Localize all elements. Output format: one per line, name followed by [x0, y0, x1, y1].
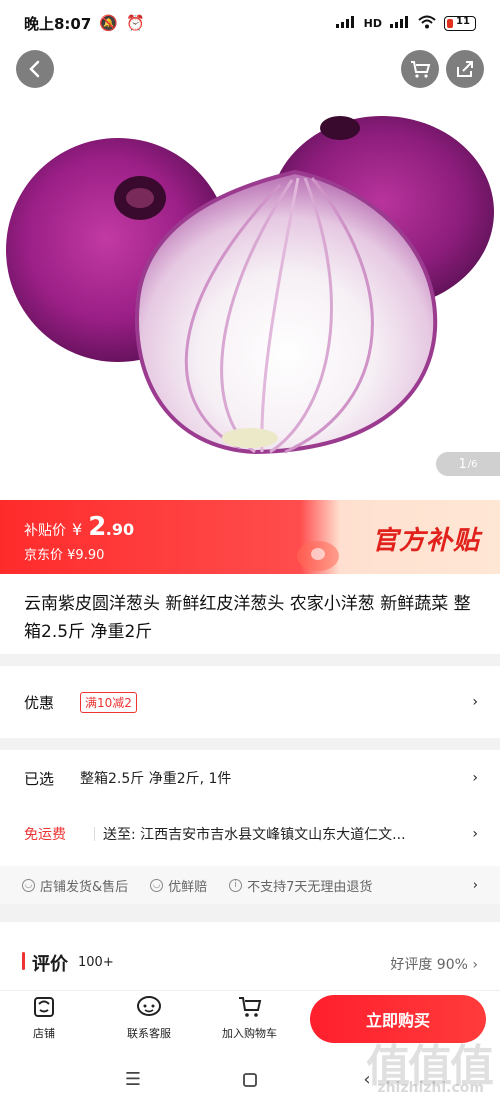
subsidy-price-label: 补贴价: [24, 523, 66, 539]
positive-rate: 好评度 90% ›: [390, 957, 478, 973]
back-button[interactable]: [16, 50, 54, 88]
info-icon: i: [229, 878, 243, 892]
status-bar: 晚上8:07 🔕 ⏰ HD 11: [0, 0, 500, 46]
price-banner: 补贴价 ¥2.90 京东价 ¥9.90 官方补贴: [0, 500, 500, 574]
battery-level: 11: [456, 15, 470, 27]
add-to-cart-label: 加入购物车: [222, 1027, 277, 1040]
wifi-icon: [418, 15, 436, 32]
cart-button[interactable]: [401, 50, 439, 88]
service-label: 优鲜赔: [168, 879, 208, 895]
store-label: 店铺: [33, 1027, 55, 1040]
delivery-address: 送至: 江西吉安市吉水县文峰镇文山东大道仁文...: [103, 827, 406, 843]
free-shipping-label: 免运费: [24, 827, 66, 843]
currency-symbol: ¥: [72, 520, 83, 539]
promo-row[interactable]: 优惠 满10减2 ›: [0, 666, 500, 738]
selection-card: 已选 整箱2.5斤 净重2斤, 1件 › 免运费 送至: 江西吉安市吉水县文峰镇…: [0, 750, 500, 866]
divider: [94, 827, 95, 841]
review-section[interactable]: 评价 100+ 好评度 90% ›: [0, 922, 500, 992]
chevron-right-icon: ›: [472, 770, 478, 786]
service-item: i 不支持7天无理由退货: [229, 876, 372, 895]
product-title: 云南紫皮圆洋葱头 新鲜红皮洋葱头 农家小洋葱 新鲜蔬菜 整箱2.5斤 净重2斤: [0, 574, 500, 654]
red-envelope-icon: [297, 541, 339, 571]
promo-label: 优惠: [24, 693, 55, 712]
share-button[interactable]: [446, 50, 484, 88]
service-item: ◡ 优鲜赔: [150, 876, 207, 895]
smile-icon: ◡: [22, 878, 35, 892]
share-icon: [457, 61, 473, 77]
jd-price-value: ¥9.90: [67, 548, 105, 563]
service-label: 店铺发货&售后: [40, 879, 129, 895]
review-count: 100+: [78, 955, 114, 970]
promo-tag: 满10减2: [80, 691, 137, 713]
review-title: 评价: [32, 954, 68, 975]
cart-icon: [411, 61, 431, 78]
service-label: 联系客服: [127, 1027, 171, 1040]
service-item: ◡ 店铺发货&售后: [22, 876, 128, 895]
chevron-right-icon: ›: [472, 694, 478, 710]
mute-icon: 🔕: [99, 14, 118, 32]
store-button[interactable]: 店铺: [32, 995, 56, 1041]
section-accent-bar: [22, 952, 25, 970]
home-icon[interactable]: [239, 1069, 261, 1091]
gallery-index: 1: [458, 456, 467, 472]
add-to-cart-button[interactable]: 加入购物车: [222, 995, 277, 1041]
chat-icon: [137, 996, 161, 1016]
customer-service-button[interactable]: 联系客服: [127, 995, 171, 1041]
service-label: 不支持7天无理由退货: [247, 879, 373, 895]
gallery-page-indicator: 1/6: [436, 452, 500, 476]
signal-icon-2: [390, 15, 410, 31]
battery-icon: 11: [444, 15, 476, 31]
cart-icon: [238, 997, 261, 1017]
alarm-icon: ⏰: [126, 14, 145, 32]
status-time: 晚上8:07: [24, 14, 92, 33]
official-subsidy-badge: 官方补贴: [371, 526, 480, 556]
gallery-total: /6: [467, 458, 478, 470]
menu-icon[interactable]: ☰: [122, 1069, 144, 1091]
chevron-right-icon: ›: [472, 826, 478, 842]
shipping-row[interactable]: 免运费 送至: 江西吉安市吉水县文峰镇文山东大道仁文... ›: [0, 806, 500, 862]
product-image[interactable]: 晚上8:07 🔕 ⏰ HD 11 1/6: [0, 0, 500, 500]
store-icon: [34, 997, 54, 1017]
subsidy-price-int: 2: [88, 512, 106, 542]
jd-price-label: 京东价: [24, 548, 64, 563]
signal-icon: [335, 15, 356, 31]
watermark-site: zhizhizhi.com: [377, 1080, 484, 1096]
selected-label: 已选: [24, 769, 55, 788]
selected-value: 整箱2.5斤 净重2斤, 1件: [80, 771, 232, 787]
chevron-right-icon: ›: [472, 877, 478, 893]
service-guarantee-row[interactable]: ◡ 店铺发货&售后 ◡ 优鲜赔 i 不支持7天无理由退货 ›: [0, 866, 500, 904]
subsidy-price-dec: .90: [105, 520, 135, 539]
smile-icon: ◡: [150, 878, 164, 892]
chevron-left-icon: [29, 60, 40, 78]
network-label: HD: [363, 16, 382, 30]
selected-spec-row[interactable]: 已选 整箱2.5斤 净重2斤, 1件 ›: [0, 750, 500, 806]
positive-rate-text: 好评度 90%: [390, 957, 468, 973]
